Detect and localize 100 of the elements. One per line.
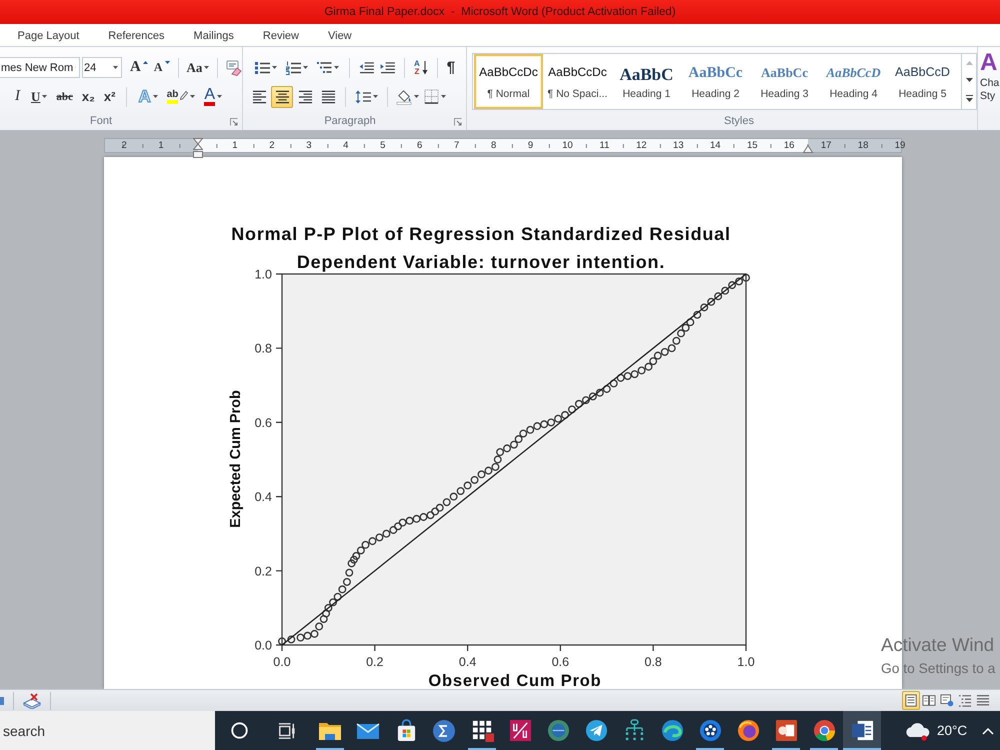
- envelope-icon: [356, 722, 380, 740]
- font-size-field[interactable]: 24: [82, 57, 122, 78]
- data-point: [533, 422, 542, 430]
- up-caret-icon: [142, 60, 148, 64]
- more-styles-icon[interactable]: [966, 95, 972, 102]
- style-item[interactable]: AaBbCcDc ¶ Normal: [474, 54, 543, 109]
- style-item[interactable]: AaBbCc Heading 2: [681, 54, 750, 109]
- chart-title: Normal P-P Plot of Regression Standardized Residual: [231, 224, 731, 244]
- strikethrough-button[interactable]: abc: [54, 86, 75, 108]
- scroll-down-icon[interactable]: [966, 78, 972, 82]
- ruler-number: 17: [820, 139, 832, 152]
- data-point: [382, 530, 390, 538]
- change-styles-button[interactable]: A Cha Sty: [978, 49, 1000, 119]
- globe-icon: [546, 719, 570, 742]
- center-button[interactable]: [271, 86, 293, 108]
- pen-icon: [180, 90, 188, 102]
- ruler-number: 16: [782, 139, 796, 152]
- ruler-number: 2: [268, 139, 276, 152]
- ribbon-tab[interactable]: Mailings: [179, 25, 248, 46]
- right-indent-marker-icon[interactable]: [803, 145, 813, 153]
- down-arrow-icon: [422, 60, 428, 74]
- print-layout-button[interactable]: [902, 691, 920, 710]
- chevron-up-icon[interactable]: [982, 726, 994, 734]
- lines-icon: [976, 694, 990, 707]
- slides-icon: [774, 719, 798, 742]
- show-marks-button[interactable]: ¶: [444, 56, 458, 78]
- ribbon-tab[interactable]: Review: [248, 25, 314, 46]
- caret-icon: [217, 95, 222, 98]
- sigma-icon: [432, 718, 456, 742]
- numbered-list-icon: [285, 60, 301, 74]
- tile-icon: [508, 719, 532, 742]
- proofing-icon[interactable]: [22, 692, 42, 708]
- data-point: [442, 498, 451, 506]
- group-label: Font: [90, 115, 112, 127]
- task-view-icon: [278, 722, 296, 740]
- data-point: [714, 292, 722, 300]
- ruler-number: 18: [856, 139, 870, 152]
- tick-label: 0.0: [254, 638, 272, 652]
- tick-label: 0.2: [366, 655, 384, 669]
- shopping-bag-icon: [396, 719, 416, 742]
- data-point: [582, 396, 590, 404]
- highlight-button[interactable]: ab: [164, 86, 198, 108]
- dialog-launcher-icon[interactable]: [454, 118, 462, 126]
- data-point: [554, 414, 562, 423]
- group-label: Paragraph: [324, 115, 376, 127]
- tick-label: 0.2: [254, 564, 272, 578]
- style-item[interactable]: AaBbCcD Heading 5: [888, 54, 957, 109]
- underline-button[interactable]: U: [29, 86, 50, 108]
- ribbon-tab[interactable]: Page Layout: [3, 25, 94, 46]
- search-field[interactable]: search: [0, 711, 215, 750]
- font-name-field[interactable]: mes New Rom: [0, 57, 80, 78]
- caret-icon: [441, 95, 446, 98]
- chart-subtitle: Dependent Variable: turnover intention.: [296, 252, 666, 272]
- data-point: [686, 318, 694, 326]
- temperature-label[interactable]: 20°C: [937, 723, 968, 738]
- indent-marker-icon[interactable]: [193, 138, 203, 158]
- taskbar-button[interactable]: [843, 711, 881, 750]
- tick-label: 0.4: [254, 490, 272, 504]
- data-point: [526, 426, 534, 434]
- tick-label: 0.4: [458, 655, 476, 669]
- down-caret-icon: [164, 60, 170, 64]
- data-point: [350, 556, 358, 564]
- orb-icon: [736, 719, 760, 742]
- subscript-button[interactable]: x₂: [80, 86, 97, 108]
- data-point: [668, 344, 676, 352]
- style-item[interactable]: AaBbCcD Heading 4: [819, 54, 888, 109]
- data-point: [693, 310, 702, 319]
- caret-icon: [373, 95, 378, 98]
- tick-label: 0.0: [273, 655, 291, 669]
- shrink-font-button[interactable]: A: [152, 56, 172, 78]
- data-point: [338, 585, 346, 594]
- ruler-number: 9: [526, 139, 534, 152]
- ribbon-tab[interactable]: View: [313, 25, 366, 46]
- cloud-icon[interactable]: [904, 720, 932, 740]
- style-item[interactable]: AaBbC Heading 1: [612, 54, 681, 109]
- open-book-icon: [922, 694, 936, 707]
- italic-button[interactable]: I: [11, 86, 24, 108]
- group-label: Styles: [724, 115, 754, 127]
- style-item[interactable]: AaBbCc Heading 3: [750, 54, 819, 109]
- change-case-button[interactable]: Aa: [184, 56, 212, 78]
- grow-font-button[interactable]: A: [128, 56, 150, 78]
- style-item[interactable]: AaBbCcDc ¶ No Spaci...: [543, 54, 612, 109]
- data-point: [660, 348, 669, 356]
- document-icon: [850, 719, 874, 742]
- sort-button[interactable]: A Z: [412, 56, 430, 78]
- superscript-button[interactable]: x²: [102, 86, 118, 108]
- decrease-indent-icon: [359, 62, 374, 74]
- ruler-number: 8: [490, 139, 498, 152]
- dialog-launcher-icon[interactable]: [230, 118, 238, 126]
- ruler-number: 11: [598, 139, 610, 152]
- font-color-button[interactable]: A: [202, 86, 224, 108]
- paint-bucket-icon: [396, 88, 412, 104]
- data-point: [398, 518, 407, 527]
- caret-icon: [272, 66, 277, 69]
- tick-label: 0.6: [552, 655, 570, 669]
- outline-icon: [958, 694, 972, 707]
- data-point: [649, 357, 658, 366]
- data-point: [324, 604, 332, 612]
- data-point: [630, 370, 639, 378]
- ribbon-tab[interactable]: References: [94, 25, 180, 46]
